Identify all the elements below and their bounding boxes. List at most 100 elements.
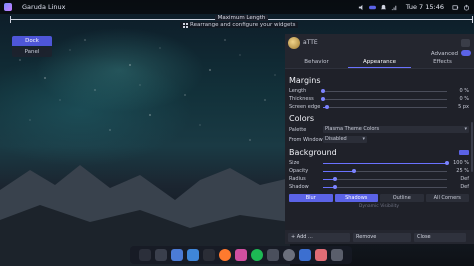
margin-slider[interactable]	[323, 104, 447, 109]
background-row: Shadow Def	[289, 183, 469, 191]
ruler-end-handle[interactable]	[472, 16, 473, 23]
terminal-icon[interactable]	[203, 249, 215, 261]
battery-icon[interactable]	[452, 4, 459, 11]
ruler-start-handle[interactable]	[10, 16, 11, 23]
background-color-swatch[interactable]	[459, 149, 469, 155]
slider-handle[interactable]	[321, 96, 325, 101]
firefox-icon[interactable]	[219, 249, 231, 261]
background-label: Shadow	[289, 184, 309, 190]
slider-fill	[323, 170, 354, 172]
tab-behavior[interactable]: Behavior	[285, 56, 348, 68]
settings-bottom-bar: + Add ... Remove Close	[285, 230, 474, 244]
background-slider[interactable]	[323, 176, 447, 181]
close-button[interactable]: Close	[414, 232, 466, 242]
background-value: 25 %	[456, 168, 469, 174]
from-window-select[interactable]: Disabled ▾	[323, 136, 367, 143]
chevron-down-icon: ▾	[464, 126, 467, 132]
slider-handle[interactable]	[321, 88, 325, 93]
rearrange-hint-label: Rearrange and configure your widgets	[190, 22, 296, 28]
slider-handle[interactable]	[333, 184, 338, 189]
margin-slider[interactable]	[321, 96, 447, 101]
margin-value: 5 px	[458, 104, 469, 110]
margin-row: Screen edge 5 px	[289, 103, 469, 111]
background-heading: Background	[289, 148, 337, 157]
background-label: Radius	[289, 176, 306, 182]
margin-value: 0 %	[459, 88, 469, 94]
add-button[interactable]: + Add ...	[288, 232, 350, 242]
latte-settings-window: aTTE Advanced Behavior Appearance Effect…	[285, 34, 474, 244]
pin-icon[interactable]	[461, 39, 470, 47]
margin-slider[interactable]	[321, 88, 447, 93]
slider-fill	[323, 162, 447, 164]
margin-label: Screen edge	[289, 104, 321, 110]
settings-icon[interactable]	[267, 249, 279, 261]
background-option-blur[interactable]: Blur	[289, 194, 333, 202]
network-icon[interactable]	[391, 4, 398, 11]
background-value: Def	[460, 184, 469, 190]
clock[interactable]: Tue 7 15:46	[406, 3, 444, 11]
system-tray: Tue 7 15:46	[358, 0, 470, 14]
spotify-icon[interactable]	[251, 249, 263, 261]
garuda-icon[interactable]	[139, 249, 151, 261]
background-slider[interactable]	[323, 168, 447, 173]
disk-icon[interactable]	[283, 249, 295, 261]
background-option-outline[interactable]: Outline	[380, 194, 424, 202]
background-slider[interactable]	[323, 160, 449, 165]
dynamic-visibility-label: Dynamic Visibility	[358, 204, 400, 209]
settings-tabs: Behavior Appearance Effects	[285, 56, 474, 69]
settings-app-name: aTTE	[303, 39, 318, 46]
settings-body: Margins Length 0 % Thickness 0 % Screen edge…	[285, 69, 474, 209]
margin-row: Length 0 %	[289, 87, 469, 95]
ruler-label: Maximum Length	[214, 15, 269, 21]
background-slider[interactable]	[323, 184, 447, 189]
garuda-logo-icon[interactable]	[4, 3, 12, 11]
background-row: Opacity 25 %	[289, 167, 469, 175]
mode-toggle: Dock Panel	[12, 36, 52, 57]
chevron-down-icon: ▾	[362, 136, 365, 142]
tab-effects[interactable]: Effects	[411, 56, 474, 68]
background-label: Size	[289, 160, 300, 166]
chat-icon[interactable]	[235, 249, 247, 261]
palette-row: Palette Plasma Theme Colors ▾	[289, 125, 469, 134]
advanced-toggle[interactable]	[461, 50, 471, 56]
remove-button[interactable]: Remove	[353, 232, 411, 242]
trash-icon[interactable]	[331, 249, 343, 261]
folder-icon[interactable]	[187, 249, 199, 261]
background-options: Blur Shadows Outline All Corners	[289, 194, 469, 202]
photos-icon[interactable]	[315, 249, 327, 261]
background-row: Radius Def	[289, 175, 469, 183]
latte-logo-icon	[288, 37, 300, 49]
slider-handle[interactable]	[445, 160, 449, 165]
dock	[130, 246, 352, 264]
background-section: Size 100 % Opacity 25 % Radius Def Shadow Def	[289, 159, 469, 191]
top-panel: Garuda Linux Tue 7 15:46	[0, 0, 474, 14]
files-icon[interactable]	[171, 249, 183, 261]
media-icon[interactable]	[299, 249, 311, 261]
margins-heading: Margins	[289, 76, 321, 85]
advanced-label: Advanced	[430, 51, 458, 57]
margin-row: Thickness 0 %	[289, 95, 469, 103]
background-label: Opacity	[289, 168, 309, 174]
dock-mode-button[interactable]: Dock	[12, 36, 52, 46]
toggle-icon[interactable]	[368, 4, 376, 11]
slider-handle[interactable]	[352, 168, 356, 173]
background-value: 100 %	[453, 160, 469, 166]
from-window-value: Disabled	[325, 136, 347, 142]
background-option-all-corners[interactable]: All Corners	[425, 194, 469, 202]
notifications-icon[interactable]	[380, 4, 387, 11]
slider-handle[interactable]	[333, 176, 338, 181]
power-icon[interactable]	[463, 4, 470, 11]
background-value: Def	[460, 176, 469, 182]
panel-mode-button[interactable]: Panel	[12, 47, 52, 57]
grid-icon[interactable]	[155, 249, 167, 261]
background-row: Size 100 %	[289, 159, 469, 167]
background-option-shadows[interactable]: Shadows	[334, 194, 378, 202]
tab-appearance[interactable]: Appearance	[348, 56, 411, 68]
audio-icon[interactable]	[358, 4, 365, 11]
from-window-label: From Window	[289, 136, 323, 143]
slider-handle[interactable]	[324, 104, 329, 109]
settings-scrollbar[interactable]	[471, 122, 473, 172]
margin-label: Length	[289, 88, 307, 94]
rearrange-hint[interactable]: Rearrange and configure your widgets	[180, 22, 299, 28]
palette-select[interactable]: Plasma Theme Colors ▾	[323, 126, 469, 133]
